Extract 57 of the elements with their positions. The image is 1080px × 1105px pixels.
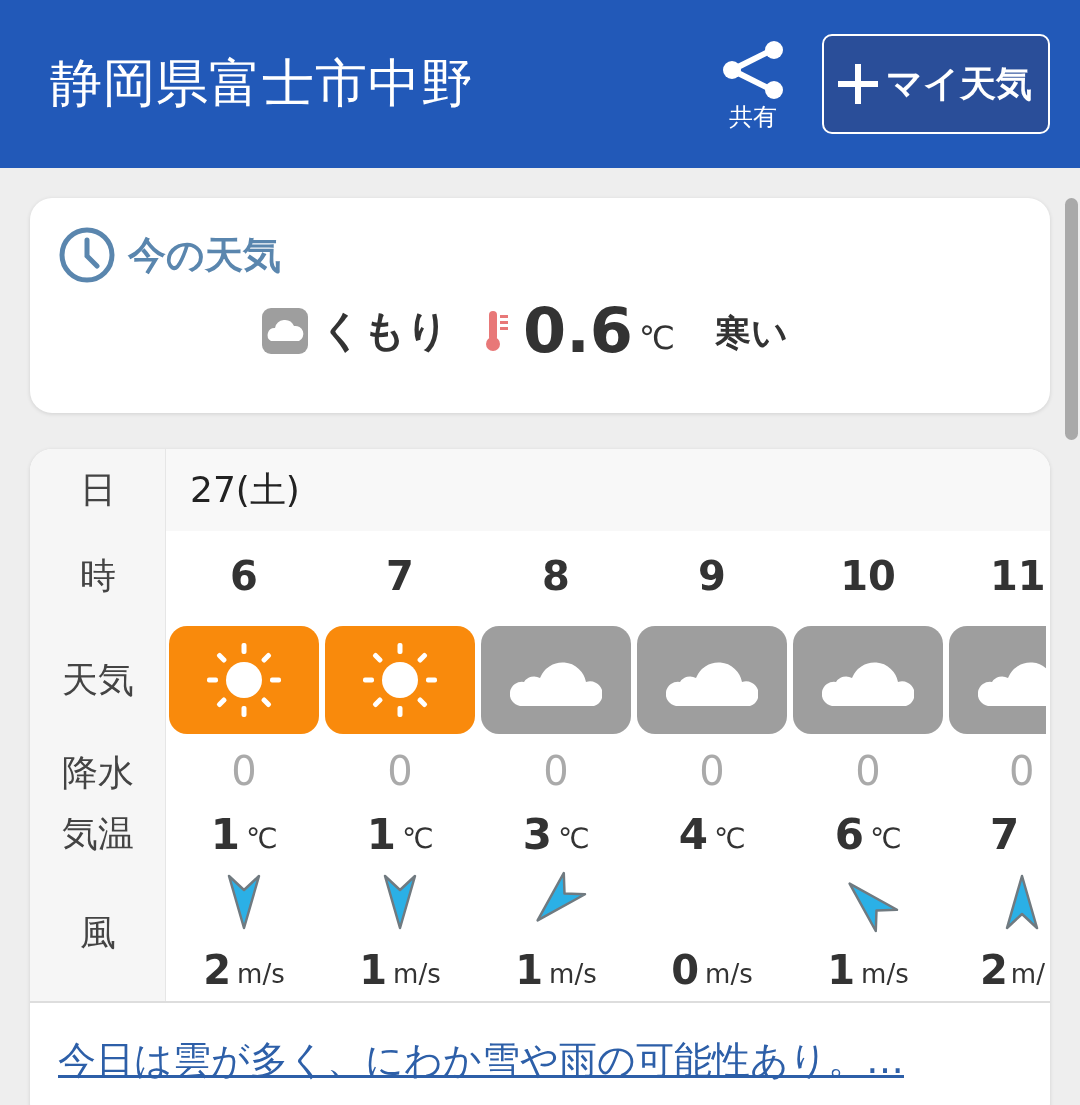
hour-label: 9 [698, 552, 726, 601]
row-label: 気温 [60, 811, 135, 856]
wind-speed-unit: m/s [705, 959, 753, 989]
precipitation-value: 0 [699, 747, 725, 796]
location-title: 静岡県富士市中野 [50, 52, 475, 115]
current-temperature: 0.6 [523, 294, 633, 367]
wind-speed-value: 1 [359, 947, 388, 993]
row-label: 降水 [60, 750, 135, 795]
wind-speed-unit: m/s [549, 959, 597, 989]
feeling-label: 寒い [714, 311, 788, 355]
precipitation-value: 0 [543, 747, 569, 796]
wind-speed-value: 0 [671, 947, 700, 993]
wind-speed-value: 2 [980, 947, 1008, 993]
scrollbar[interactable] [1065, 198, 1078, 440]
wind-speed-value: 1 [827, 947, 856, 993]
temperature-unit: ℃ [557, 821, 590, 855]
hour-label: 11 [989, 552, 1046, 601]
hour-label: 6 [230, 552, 258, 601]
temperature-unit: ℃ [713, 821, 746, 855]
weather-condition: くもり [320, 304, 450, 357]
wind-speed-unit: m/ [1010, 959, 1045, 989]
sun-icon [360, 640, 440, 720]
row-label: 天気 [60, 657, 135, 702]
temperature-unit: ℃ [638, 318, 675, 357]
temperature-value: 4 [678, 809, 708, 859]
section-heading: 今の天気 [128, 231, 281, 279]
temperature-value: 3 [522, 809, 552, 859]
share-icon [720, 41, 786, 99]
precipitation-value: 0 [387, 747, 413, 796]
temperature-unit: ℃ [245, 821, 278, 855]
sun-icon [204, 640, 284, 720]
precipitation-value: 0 [1008, 747, 1035, 796]
wind-speed-unit: m/s [237, 959, 285, 989]
row-label: 日 [78, 467, 117, 512]
temperature-value: 1 [210, 809, 240, 859]
forecast-summary-link[interactable]: 今日は雲が多く、にわか雪や雨の可能性あり。… [58, 1038, 904, 1082]
precipitation-value: 0 [855, 747, 881, 796]
temperature-value: 6 [834, 809, 864, 859]
hour-label: 10 [840, 552, 896, 601]
row-label: 風 [78, 910, 117, 955]
temperature-unit: ℃ [869, 821, 902, 855]
plus-icon [838, 64, 878, 104]
wind-speed-value: 2 [203, 947, 232, 993]
temperature-value: 7 [990, 809, 1020, 859]
wind-speed-unit: m/s [393, 959, 441, 989]
temperature-unit: ℃ [401, 821, 434, 855]
clock-icon [58, 226, 116, 284]
hour-label: 8 [542, 552, 570, 601]
wind-speed-value: 1 [515, 947, 544, 993]
wind-speed-unit: m/s [861, 959, 909, 989]
date-label: 27(土) [190, 467, 300, 512]
temperature-value: 1 [366, 809, 396, 859]
share-button[interactable]: 共有 [720, 41, 786, 133]
hour-label: 7 [386, 552, 414, 601]
precipitation-value: 0 [231, 747, 257, 796]
row-label: 時 [78, 553, 117, 598]
add-my-weather-button[interactable]: マイ天気 [822, 34, 1050, 134]
